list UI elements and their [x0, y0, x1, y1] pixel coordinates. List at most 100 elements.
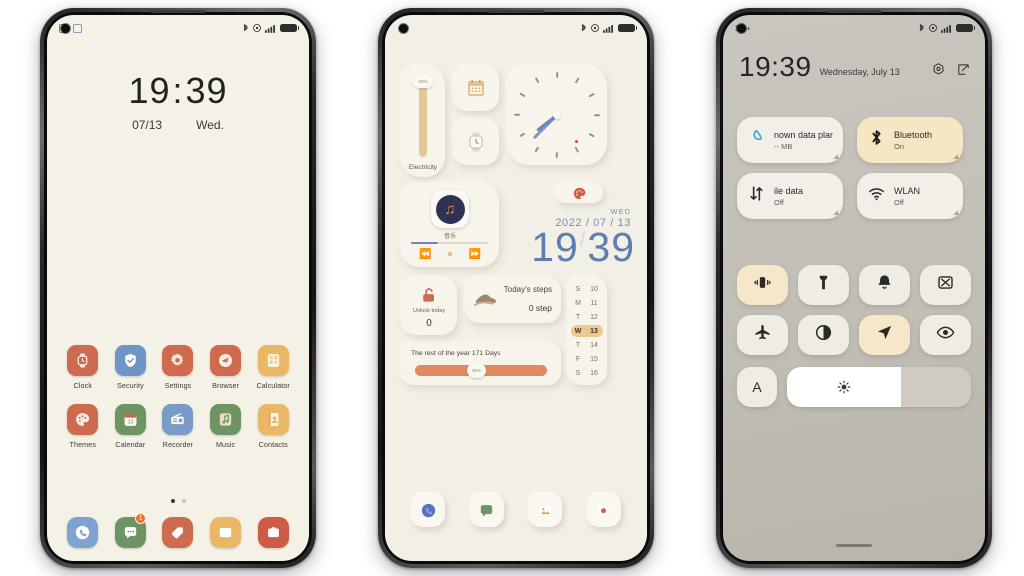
palette-icon[interactable]	[67, 404, 99, 435]
app-browser[interactable]: Browser	[202, 345, 250, 390]
dock-gallery[interactable]	[202, 517, 250, 548]
week-day-letter: S	[575, 285, 581, 293]
alarm-icon	[591, 24, 599, 32]
gear-icon[interactable]	[162, 345, 194, 376]
app-contacts[interactable]: Contacts	[249, 404, 297, 449]
clock-tick	[514, 114, 520, 116]
year-progress-widget[interactable]: The rest of the year 171 Days 46%	[401, 343, 561, 385]
dock-camera[interactable]	[249, 517, 297, 548]
qs-tile-nown-data-plan[interactable]: nown data plan -- MB	[737, 117, 843, 163]
calculator-icon[interactable]	[257, 345, 289, 376]
toggle-location[interactable]	[859, 315, 910, 355]
app-recorder[interactable]: Recorder	[154, 404, 202, 449]
week-day-letter: T	[575, 341, 581, 349]
unlock-count-widget[interactable]: Unlock today 0	[401, 277, 457, 335]
phone-icon[interactable]	[67, 517, 99, 548]
expand-corner-icon[interactable]	[953, 210, 958, 215]
expand-corner-icon[interactable]	[953, 154, 958, 159]
app-settings[interactable]: Settings	[154, 345, 202, 390]
expand-corner-icon[interactable]	[833, 210, 838, 215]
app-clock[interactable]: Clock	[59, 345, 107, 390]
electricity-knob[interactable]: 90%	[412, 75, 434, 88]
page-dot[interactable]	[181, 499, 186, 503]
app-calculator[interactable]: Calculator	[249, 345, 297, 390]
app-themes[interactable]: Themes	[59, 404, 107, 449]
app-label: Security	[117, 381, 144, 390]
qs-tile-subtitle: On	[894, 141, 905, 151]
dock: 1	[59, 513, 297, 548]
page-dot-active[interactable]	[170, 499, 175, 503]
dock-notes[interactable]	[154, 517, 202, 548]
camera-icon[interactable]	[586, 493, 621, 527]
toggle-screenshot[interactable]	[920, 265, 971, 305]
edit-icon[interactable]	[956, 62, 971, 77]
week-day-number: 16	[590, 369, 598, 377]
toggle-dark-mode[interactable]	[798, 315, 849, 355]
dock-gallery[interactable]	[516, 493, 575, 527]
watch-widget[interactable]	[453, 119, 499, 165]
calendar-icon[interactable]: 13	[114, 404, 146, 435]
qs-tile-bluetooth[interactable]: Bluetooth On	[857, 117, 963, 163]
toggle-ringer[interactable]	[859, 265, 910, 305]
week-row[interactable]: T 14	[567, 339, 607, 351]
camera-icon[interactable]	[257, 517, 289, 548]
week-calendar-widget[interactable]: S 10 M 11 T 12 W 13 T 14 F 15 S 16	[567, 277, 607, 385]
toggle-airplane[interactable]	[737, 315, 788, 355]
gallery-icon[interactable]	[528, 493, 563, 527]
phone-icon[interactable]	[411, 493, 446, 527]
toggle-eye-care[interactable]	[920, 315, 971, 355]
qs-tile-wlan[interactable]: WLAN Off	[857, 173, 963, 219]
dock-messages[interactable]: 1	[107, 513, 155, 548]
steps-widget[interactable]: Today's steps 0 step	[465, 277, 561, 323]
contacts-icon[interactable]	[257, 404, 289, 435]
week-day-number: 14	[590, 341, 598, 349]
week-row[interactable]: T 12	[567, 311, 607, 323]
app-music[interactable]: Music	[202, 404, 250, 449]
app-label: Music	[215, 440, 236, 449]
palette-icon	[573, 187, 585, 199]
pause-icon[interactable]: ⏸	[448, 249, 453, 260]
week-row[interactable]: S 16	[567, 367, 607, 379]
settings-gear-icon[interactable]	[931, 62, 946, 77]
week-row-today[interactable]: W 13	[571, 325, 603, 337]
toggle-flashlight[interactable]	[798, 265, 849, 305]
electricity-widget[interactable]: 90% Electricity	[401, 65, 445, 177]
auto-brightness-button[interactable]: A	[737, 367, 777, 407]
week-row[interactable]: S 10	[567, 283, 607, 295]
radio-icon[interactable]	[162, 404, 194, 435]
week-row[interactable]: M 11	[567, 297, 607, 309]
themes-shortcut[interactable]	[555, 183, 603, 203]
music-progress-bar[interactable]	[411, 242, 489, 245]
year-progress-knob[interactable]: 46%	[466, 363, 486, 378]
alarm-icon	[253, 24, 261, 32]
gallery-icon[interactable]	[210, 517, 242, 548]
qs-tile-title: Bluetooth	[894, 129, 933, 140]
app-security[interactable]: Security	[107, 345, 155, 390]
tag-icon[interactable]	[162, 517, 194, 548]
watch-icon[interactable]	[67, 345, 99, 376]
brightness-slider[interactable]	[787, 367, 971, 407]
album-art: ♫	[431, 190, 469, 228]
year-days-value: 171	[471, 350, 484, 357]
calendar-icon	[468, 79, 484, 96]
shield-icon[interactable]	[114, 345, 146, 376]
analog-clock-widget[interactable]	[507, 65, 607, 165]
expand-corner-icon[interactable]	[833, 154, 838, 159]
compass-icon[interactable]	[210, 345, 242, 376]
clock-weekday: Wed.	[196, 118, 224, 132]
app-calendar[interactable]: 13 Calendar	[107, 404, 155, 449]
prev-icon[interactable]: ⏪	[419, 249, 431, 260]
dock-phone[interactable]	[59, 517, 107, 548]
dock-messages[interactable]	[458, 493, 517, 527]
music-note-icon[interactable]	[210, 404, 242, 435]
year-progress-track[interactable]: 46%	[415, 363, 547, 378]
dock-camera[interactable]	[575, 493, 634, 527]
message-icon[interactable]	[469, 493, 504, 527]
next-icon[interactable]: ⏩	[469, 249, 481, 260]
calendar-widget[interactable]	[453, 65, 499, 111]
dock-phone[interactable]	[399, 493, 458, 527]
qs-tile-ile-data[interactable]: ile data Off	[737, 173, 843, 219]
toggle-vibrate[interactable]	[737, 265, 788, 305]
music-widget[interactable]: ♫ 音乐 ⏪ ⏸ ⏩	[401, 183, 499, 267]
week-row[interactable]: F 15	[567, 353, 607, 365]
